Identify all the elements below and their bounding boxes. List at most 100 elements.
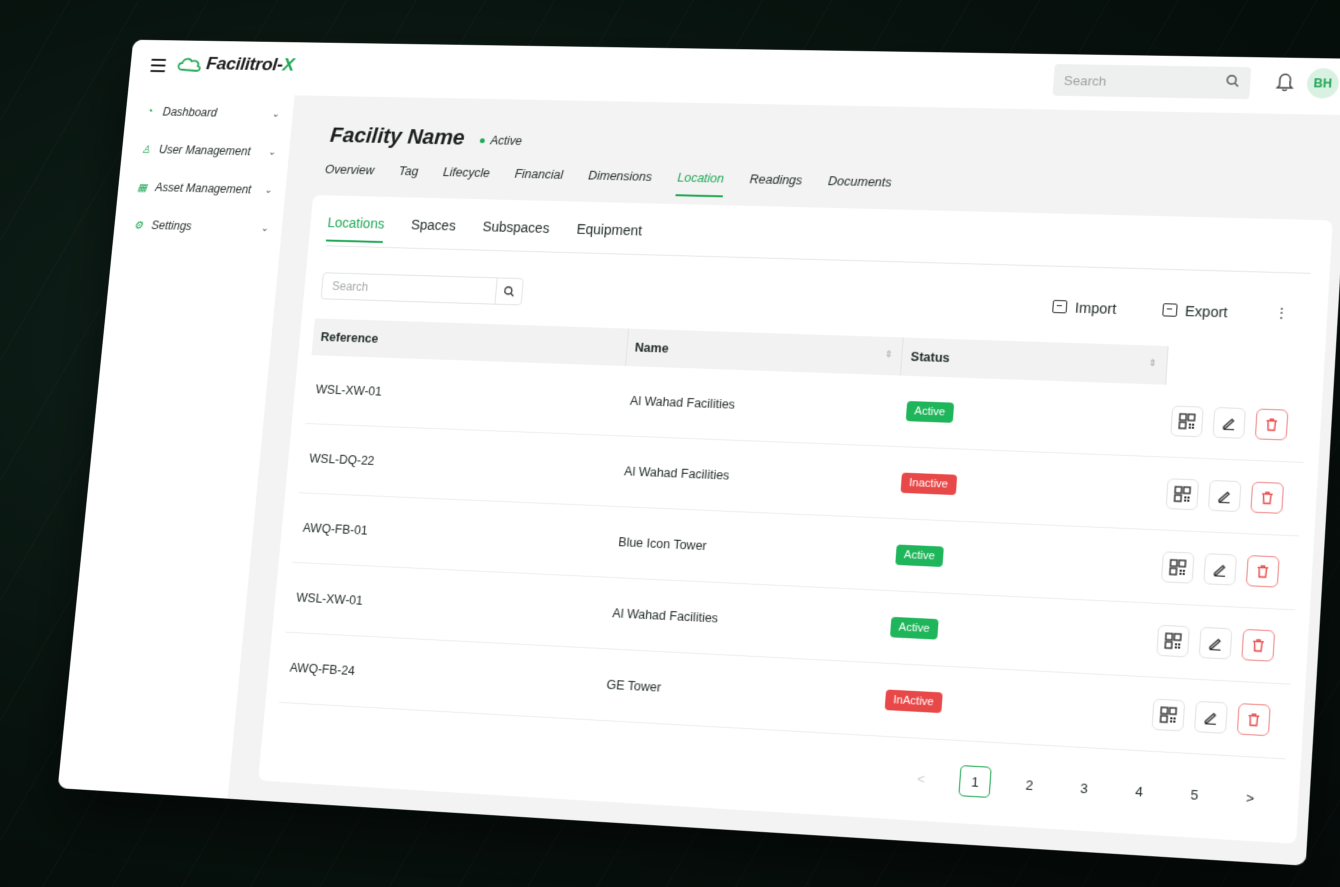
pencil-icon (1221, 415, 1237, 430)
export-icon (1161, 303, 1178, 317)
page-button-4[interactable]: 4 (1122, 774, 1156, 807)
status-badge: InActive (884, 689, 943, 714)
tab-tag[interactable]: Tag (397, 164, 419, 189)
subtab-locations[interactable]: Locations (325, 214, 386, 244)
app-logo[interactable]: Facilitrol-X (176, 54, 295, 77)
delete-button[interactable] (1250, 481, 1285, 514)
user-avatar[interactable]: BH (1306, 68, 1340, 99)
qr-code-button[interactable] (1160, 551, 1195, 584)
next-page-button[interactable]: > (1233, 781, 1267, 815)
tab-readings[interactable]: Readings (748, 172, 803, 199)
edit-button[interactable] (1193, 700, 1228, 734)
qr-code-icon (1159, 706, 1177, 724)
export-button[interactable]: Export (1161, 302, 1229, 320)
cell-name: GE Tower (595, 648, 880, 736)
facility-status: Active (479, 133, 523, 148)
global-search-placeholder: Search (1063, 72, 1107, 89)
main-content: Facility Name Active Overview Tag Lifecy… (246, 99, 1340, 866)
more-options-icon[interactable]: ⋮ (1274, 304, 1290, 322)
edit-button[interactable] (1198, 626, 1233, 660)
pagination: < 1 2 3 4 5 > (904, 762, 1267, 814)
row-actions (1151, 698, 1288, 738)
global-search-input[interactable]: Search (1052, 63, 1252, 100)
qr-code-button[interactable] (1151, 698, 1186, 732)
qr-code-icon (1164, 632, 1182, 649)
edit-button[interactable] (1203, 553, 1238, 586)
subtab-spaces[interactable]: Spaces (409, 217, 456, 245)
delete-button[interactable] (1254, 408, 1289, 441)
search-button[interactable] (494, 278, 523, 305)
tab-documents[interactable]: Documents (827, 174, 893, 201)
tab-financial[interactable]: Financial (513, 167, 563, 193)
sort-icon[interactable]: ⇕ (1148, 358, 1157, 369)
cloud-logo-icon (176, 55, 204, 74)
tab-lifecycle[interactable]: Lifecycle (441, 165, 491, 191)
page-button-2[interactable]: 2 (1013, 768, 1047, 801)
tab-dimensions[interactable]: Dimensions (587, 169, 653, 196)
page-button-3[interactable]: 3 (1067, 771, 1101, 804)
row-actions (1165, 478, 1302, 514)
cell-actions (1151, 529, 1300, 610)
top-bar: Facilitrol-X Search BH (127, 39, 1340, 116)
trash-icon (1259, 490, 1275, 505)
grid-icon: ▦ (136, 181, 148, 194)
edit-button[interactable] (1212, 406, 1247, 439)
qr-code-icon (1178, 413, 1196, 430)
export-label: Export (1184, 302, 1229, 320)
row-actions (1156, 624, 1292, 663)
qr-code-button[interactable] (1170, 405, 1204, 438)
previous-page-button[interactable]: < (904, 762, 937, 795)
app-window: Facilitrol-X Search BH ◔ Dashboard ⌄ ♙ U… (57, 39, 1340, 866)
cell-actions (1141, 676, 1291, 759)
chevron-down-icon: ⌄ (267, 146, 277, 158)
hamburger-menu-icon[interactable] (150, 58, 167, 73)
subtabs: Locations Spaces Subspaces Equipment (325, 214, 643, 251)
qr-code-button[interactable] (1156, 624, 1190, 658)
status-badge: Active (889, 616, 939, 640)
tab-overview[interactable]: Overview (323, 163, 374, 189)
table-search-input[interactable]: Search (320, 272, 524, 306)
import-icon (1051, 299, 1068, 314)
qr-code-button[interactable] (1165, 478, 1200, 511)
delete-button[interactable] (1241, 628, 1276, 662)
sidebar-item-asset-management[interactable]: ▦ Asset Management ⌄ (117, 167, 288, 209)
chevron-down-icon: ⌄ (260, 222, 270, 234)
subtab-equipment[interactable]: Equipment (575, 221, 643, 250)
delete-button[interactable] (1236, 703, 1271, 737)
edit-button[interactable] (1207, 479, 1242, 513)
page-button-1[interactable]: 1 (958, 765, 992, 798)
qr-code-icon (1169, 559, 1187, 576)
page-button-5[interactable]: 5 (1177, 778, 1211, 811)
sidebar-item-user-management[interactable]: ♙ User Management ⌄ (120, 130, 291, 172)
cell-actions (1160, 384, 1308, 463)
sidebar-item-label: User Management (158, 142, 252, 159)
import-button[interactable]: Import (1051, 298, 1117, 316)
logo-text: Facilitrol-X (205, 54, 296, 76)
delete-button[interactable] (1245, 555, 1280, 588)
subtab-subspaces[interactable]: Subspaces (481, 219, 550, 248)
row-actions (1170, 405, 1305, 441)
tab-location[interactable]: Location (675, 170, 725, 198)
sort-icon[interactable]: ⇕ (885, 349, 893, 360)
sidebar-item-dashboard[interactable]: ◔ Dashboard ⌄ (124, 92, 294, 133)
qr-code-icon (1173, 486, 1191, 503)
status-dot-icon (479, 137, 485, 143)
search-icon[interactable] (1225, 74, 1240, 88)
notification-bell-icon[interactable] (1275, 72, 1295, 92)
status-badge: Active (905, 400, 954, 423)
facility-status-label: Active (489, 133, 523, 148)
user-icon: ♙ (140, 143, 152, 156)
sidebar-item-label: Settings (150, 218, 193, 233)
trash-icon (1264, 417, 1280, 432)
cell-name: Blue Icon Tower (607, 506, 891, 591)
sidebar-item-label: Dashboard (162, 105, 218, 120)
cell-status: Active (895, 375, 1166, 457)
cell-actions (1155, 456, 1304, 536)
locations-card: Locations Spaces Subspaces Equipment Sea… (258, 194, 1333, 844)
sidebar-item-settings[interactable]: ⚙ Settings ⌄ (113, 205, 284, 248)
column-header-actions (1165, 346, 1310, 390)
pencil-icon (1212, 562, 1228, 577)
status-badge: Active (895, 544, 944, 568)
search-icon (503, 285, 516, 297)
table-actions: Import Export ⋮ (1051, 298, 1290, 322)
